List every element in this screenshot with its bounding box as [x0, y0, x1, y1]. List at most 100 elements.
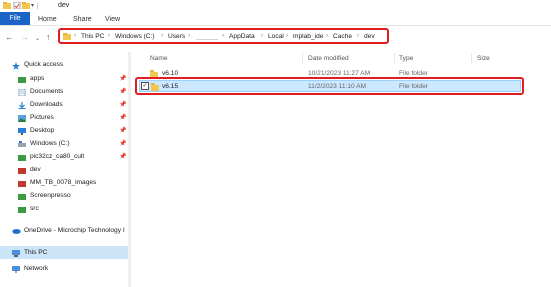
sidebar-item-label: Screenpresso: [30, 192, 71, 199]
sidebar-item-label: Quick access: [24, 61, 64, 68]
forward-arrow-icon[interactable]: →: [20, 33, 29, 42]
pin-icon: 📌: [119, 76, 127, 82]
sidebar-item-this-pc[interactable]: This PC: [0, 248, 128, 259]
cloud-icon: [12, 228, 21, 235]
folder-green-icon: [18, 76, 26, 83]
window-title: dev: [58, 2, 70, 9]
sidebar-item-label: Downloads: [30, 101, 63, 108]
sidebar-item-dev[interactable]: dev: [0, 165, 128, 176]
folder-green-icon: [18, 193, 26, 200]
sidebar-item-mm-tb-0078-images[interactable]: MM_TB_0078_images: [0, 178, 128, 189]
folder-icon: [63, 33, 71, 42]
downloads-icon: [18, 102, 26, 109]
column-divider[interactable]: [471, 53, 472, 63]
pictures-icon: [18, 115, 26, 122]
sidebar-item-label: Pictures: [30, 114, 54, 121]
sidebar-item-label: src: [30, 205, 39, 212]
network-icon: [12, 266, 20, 273]
sidebar-item-label: OneDrive - Microchip Technology I: [24, 227, 125, 234]
navigation-pane-scrollbar[interactable]: [128, 52, 131, 287]
back-arrow-icon[interactable]: ←: [5, 33, 14, 42]
pin-icon: 📌: [119, 154, 127, 160]
chevron-right-icon[interactable]: ›: [188, 33, 190, 39]
documents-icon: [18, 88, 26, 97]
chevron-right-icon[interactable]: ›: [108, 33, 110, 39]
star-icon: [12, 62, 20, 70]
breadcrumb-local[interactable]: Local: [268, 33, 284, 40]
sidebar-item-network[interactable]: Network: [0, 264, 128, 275]
pin-icon: 📌: [119, 102, 127, 108]
file-type: File folder: [399, 70, 428, 77]
drive-icon: [18, 141, 26, 148]
sidebar-item-label: Windows (C:): [30, 140, 70, 147]
sidebar-item-pictures[interactable]: Pictures 📌: [0, 113, 128, 124]
folder-icon: [3, 2, 11, 9]
file-name: v6.10: [162, 70, 179, 77]
column-header-type[interactable]: Type: [399, 55, 413, 62]
quick-access-toolbar-dropdown-icon[interactable]: ▾: [31, 2, 34, 9]
column-header-date-modified[interactable]: Date modified: [308, 55, 349, 62]
pin-icon: 📌: [119, 115, 127, 121]
ribbon-tabs: File Home Share View: [0, 12, 551, 26]
column-divider[interactable]: [394, 53, 395, 63]
file-date-modified: 10/21/2023 11:27 AM: [308, 70, 371, 77]
pin-icon: 📌: [119, 128, 127, 134]
sidebar-item-downloads[interactable]: Downloads 📌: [0, 100, 128, 111]
sidebar-item-apps[interactable]: apps 📌: [0, 74, 128, 85]
breadcrumb-username[interactable]: ______: [196, 33, 218, 40]
address-bar[interactable]: › This PC › Windows (C:) › Users › _____…: [58, 28, 389, 44]
breadcrumb-cache[interactable]: Cache: [333, 33, 352, 40]
sidebar-item-windows-c[interactable]: Windows (C:) 📌: [0, 139, 128, 150]
sidebar-item-label: pic32cz_ca80_cult: [30, 153, 85, 160]
breadcrumb-dev[interactable]: dev: [364, 33, 375, 40]
sidebar-item-label: Network: [24, 265, 49, 272]
desktop-icon: [18, 128, 26, 135]
folder-green-icon: [18, 154, 26, 161]
breadcrumb-windows-c[interactable]: Windows (C:): [115, 33, 155, 40]
chevron-right-icon[interactable]: ›: [326, 33, 328, 39]
new-folder-icon[interactable]: [22, 2, 30, 9]
tab-home[interactable]: Home: [38, 14, 57, 25]
chevron-right-icon[interactable]: ›: [357, 33, 359, 39]
computer-icon: [12, 250, 20, 257]
folder-green-icon: [18, 206, 26, 213]
sidebar-item-quick-access[interactable]: Quick access: [0, 60, 128, 71]
sidebar-item-label: This PC: [24, 249, 48, 256]
tab-share[interactable]: Share: [73, 14, 92, 25]
breadcrumb-this-pc[interactable]: This PC: [81, 33, 104, 40]
folder-icon: [18, 167, 26, 174]
column-divider[interactable]: [302, 53, 303, 63]
chevron-right-icon[interactable]: ›: [161, 33, 163, 39]
title-separator: [37, 3, 38, 9]
sidebar-item-documents[interactable]: Documents 📌: [0, 87, 128, 98]
chevron-right-icon[interactable]: ›: [286, 33, 288, 39]
sidebar-item-src[interactable]: src: [0, 204, 128, 215]
sidebar-item-label: apps: [30, 75, 45, 82]
up-arrow-icon[interactable]: ↑: [46, 33, 51, 42]
tab-file[interactable]: File: [0, 12, 30, 25]
navigation-pane: Quick access apps 📌 Documents 📌 Download…: [0, 52, 128, 287]
sidebar-item-label: Documents: [30, 88, 64, 95]
folder-icon: [18, 180, 26, 187]
sidebar-item-screenpresso[interactable]: Screenpresso: [0, 191, 128, 202]
tab-view[interactable]: View: [105, 14, 120, 25]
properties-icon[interactable]: [13, 1, 21, 10]
sidebar-item-label: dev: [30, 166, 41, 173]
recent-locations-chevron-icon[interactable]: ⌄: [35, 35, 40, 44]
chevron-right-icon[interactable]: ›: [261, 33, 263, 39]
chevron-right-icon[interactable]: ›: [222, 33, 224, 39]
breadcrumb-appdata[interactable]: AppData: [229, 33, 255, 40]
sidebar-item-desktop[interactable]: Desktop 📌: [0, 126, 128, 137]
pin-icon: 📌: [119, 141, 127, 147]
breadcrumb-users[interactable]: Users: [168, 33, 185, 40]
sidebar-item-label: MM_TB_0078_images: [30, 179, 97, 186]
sidebar-item-onedrive[interactable]: OneDrive - Microchip Technology I: [0, 226, 128, 237]
chevron-right-icon[interactable]: ›: [74, 33, 76, 39]
breadcrumb-mplab-ide[interactable]: mplab_ide: [293, 33, 323, 40]
column-header-size[interactable]: Size: [477, 55, 490, 62]
column-header-name[interactable]: Name: [150, 55, 168, 62]
row-highlight-outline: [135, 77, 524, 95]
sidebar-item-pic32cz[interactable]: pic32cz_ca80_cult 📌: [0, 152, 128, 163]
sidebar-item-label: Desktop: [30, 127, 55, 134]
title-bar: ▾ dev: [0, 0, 551, 12]
